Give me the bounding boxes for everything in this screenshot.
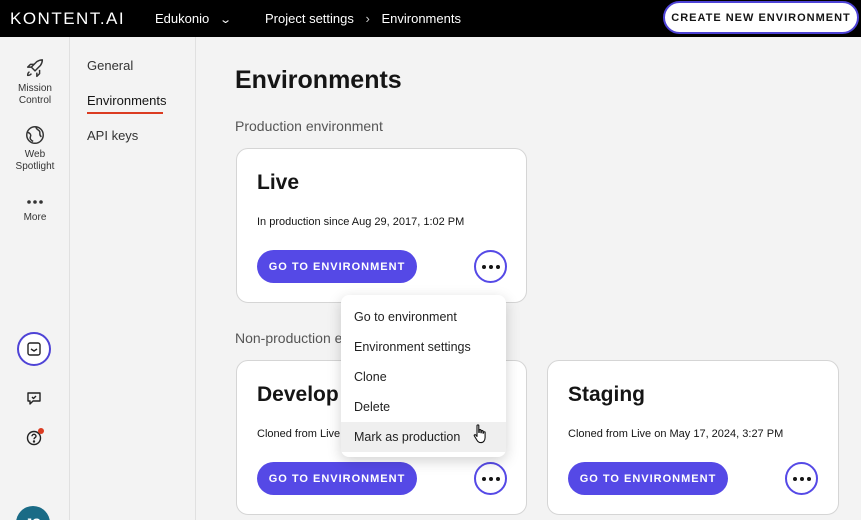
feedback-icon (27, 392, 41, 405)
create-environment-button[interactable]: CREATE NEW ENVIRONMENT (663, 1, 859, 34)
help-button[interactable] (24, 428, 44, 448)
logo[interactable]: KONTENT.AI (10, 9, 125, 29)
inbox-button[interactable] (17, 332, 51, 366)
rail-label: Control (18, 95, 52, 106)
chevron-right-icon: › (365, 11, 370, 26)
rail-label: Spotlight (15, 161, 55, 172)
page-title: Environments (235, 66, 402, 94)
rail-item-mission-control[interactable]: Mission Control (0, 58, 70, 107)
more-actions-button[interactable] (474, 462, 507, 495)
environment-meta: In production since Aug 29, 2017, 1:02 P… (257, 216, 465, 228)
feedback-button[interactable] (24, 388, 44, 408)
dot (481, 476, 486, 481)
notification-dot (38, 428, 44, 434)
go-to-environment-button[interactable]: GO TO ENVIRONMENT (257, 250, 417, 283)
menu-item-environment-settings[interactable]: Environment settings (341, 332, 506, 362)
environment-card-live: Live In production since Aug 29, 2017, 1… (236, 148, 527, 303)
rocket-icon (26, 59, 44, 78)
environment-name: Develop (257, 383, 339, 406)
rail-label: More (23, 212, 47, 223)
dot (495, 476, 500, 481)
nonproduction-section-label: Non-production e (235, 330, 343, 346)
more-actions-button[interactable] (474, 250, 507, 283)
rail-item-more[interactable]: More (0, 195, 70, 224)
top-bar: KONTENT.AI Edukonio ⌄ Project settings ›… (0, 0, 861, 37)
breadcrumb: Project settings › Environments (265, 11, 461, 26)
main-content: Environments Production environment Live… (196, 37, 861, 520)
main-navigation-rail: Mission Control Web Spotlight More (0, 37, 70, 520)
rail-label: Web (24, 149, 46, 160)
breadcrumb-project-settings[interactable]: Project settings (265, 11, 354, 26)
environment-meta: Cloned from Live o (257, 428, 350, 440)
menu-item-delete[interactable]: Delete (341, 392, 506, 422)
go-to-environment-button[interactable]: GO TO ENVIRONMENT (257, 462, 417, 495)
dot (495, 264, 500, 269)
hand-pointer-icon (473, 424, 486, 444)
more-dots-icon (27, 200, 43, 204)
breadcrumb-environments: Environments (381, 11, 461, 26)
globe-icon (26, 126, 44, 144)
subnav-item-general[interactable]: General (87, 58, 133, 73)
subnav-item-environments[interactable]: Environments (87, 93, 166, 114)
environment-name: Live (257, 171, 300, 194)
dot (799, 476, 804, 481)
environment-card-staging: Staging Cloned from Live on May 17, 2024… (547, 360, 839, 515)
project-name: Edukonio (155, 11, 210, 26)
rail-item-web-spotlight[interactable]: Web Spotlight (0, 124, 70, 173)
menu-item-go-to-environment[interactable]: Go to environment (341, 302, 506, 332)
chevron-down-icon: ⌄ (219, 14, 232, 26)
inbox-icon (27, 342, 41, 356)
settings-subnav: General Environments API keys (70, 37, 196, 520)
menu-item-clone[interactable]: Clone (341, 362, 506, 392)
environment-name: Staging (568, 383, 645, 406)
dot (488, 476, 493, 481)
dot (792, 476, 797, 481)
dot (488, 264, 493, 269)
go-to-environment-button[interactable]: GO TO ENVIRONMENT (568, 462, 728, 495)
dot (806, 476, 811, 481)
rail-label: Mission (18, 83, 52, 94)
project-switcher[interactable]: Edukonio ⌄ (155, 11, 232, 26)
subnav-item-api-keys[interactable]: API keys (87, 128, 138, 143)
more-actions-button[interactable] (785, 462, 818, 495)
environment-meta: Cloned from Live on May 17, 2024, 3:27 P… (568, 428, 784, 440)
dot (481, 264, 486, 269)
production-section-label: Production environment (235, 118, 383, 134)
avatar[interactable]: JC (16, 506, 50, 520)
